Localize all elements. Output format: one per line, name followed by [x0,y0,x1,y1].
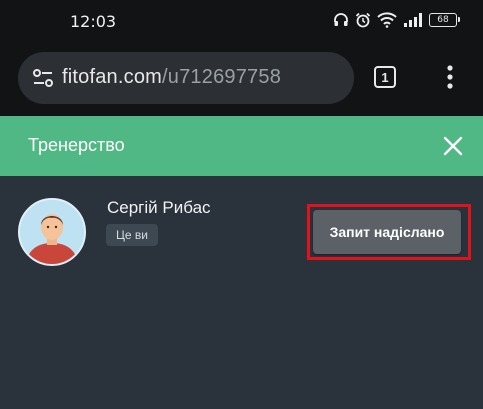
coaching-header: Тренерство [0,116,483,176]
tab-switcher-icon[interactable]: 1 [374,66,396,88]
wifi-icon [377,12,397,28]
avatar [18,198,86,266]
battery-icon: 68 [429,13,460,27]
browser-toolbar: fitofan.com/u712697758 1 [0,44,483,116]
url-path: /u712697758 [162,66,282,88]
status-bar: 12:03 68 [0,0,483,44]
user-name: Сергій Рибас [107,198,211,217]
close-icon[interactable] [442,135,464,157]
status-icons: 68 [333,12,460,28]
url-domain: fitofan.com [62,66,163,88]
url-text: fitofan.com/u712697758 [62,66,281,89]
address-bar[interactable]: fitofan.com/u712697758 [18,52,354,104]
alarm-icon [355,12,371,28]
site-settings-icon[interactable] [32,68,54,93]
status-time: 12:03 [70,12,117,31]
status-badge: Це ви [106,224,158,246]
headphones-icon [333,12,349,28]
profile-card: Сергій Рибас Це ви Запит надіслано [0,176,483,409]
request-sent-button[interactable]: Запит надіслано [313,210,461,254]
signal-icon [403,12,423,28]
page-title: Тренерство [28,135,125,155]
more-vert-icon[interactable] [440,64,460,90]
